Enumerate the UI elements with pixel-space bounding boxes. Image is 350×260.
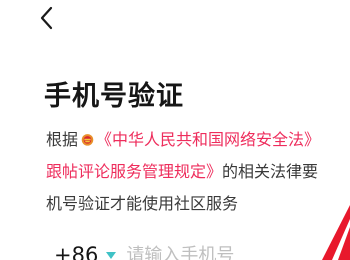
notice-middle: 的相关法律要 <box>222 162 319 181</box>
cybersecurity-law-link[interactable]: 《中华人民共和国网络安全法》 <box>96 130 320 149</box>
national-emblem-icon <box>81 134 94 146</box>
chevron-left-icon <box>40 6 53 30</box>
notice-line-3: 机号验证才能使用社区服务 <box>46 194 239 213</box>
corner-decoration <box>322 205 350 260</box>
page-title: 手机号验证 <box>44 81 184 112</box>
back-button[interactable] <box>36 4 64 32</box>
notice-line-2: 跟帖评论服务管理规定》的相关法律要 <box>46 156 350 188</box>
notice-prefix: 根据 <box>46 130 79 149</box>
notice-line-1: 根据 《中华人民共和国网络安全法》 <box>46 124 350 156</box>
comment-regulation-link[interactable]: 跟帖评论服务管理规定》 <box>46 162 222 181</box>
legal-notice: 根据 《中华人民共和国网络安全法》 跟帖评论服务管理规定》的相关法律要 机号验证… <box>46 124 350 220</box>
phone-number-input[interactable] <box>126 244 277 260</box>
caret-down-icon[interactable] <box>106 251 117 259</box>
country-code-selector[interactable]: +86 <box>54 243 98 260</box>
phone-input-row: +86 <box>54 240 277 260</box>
